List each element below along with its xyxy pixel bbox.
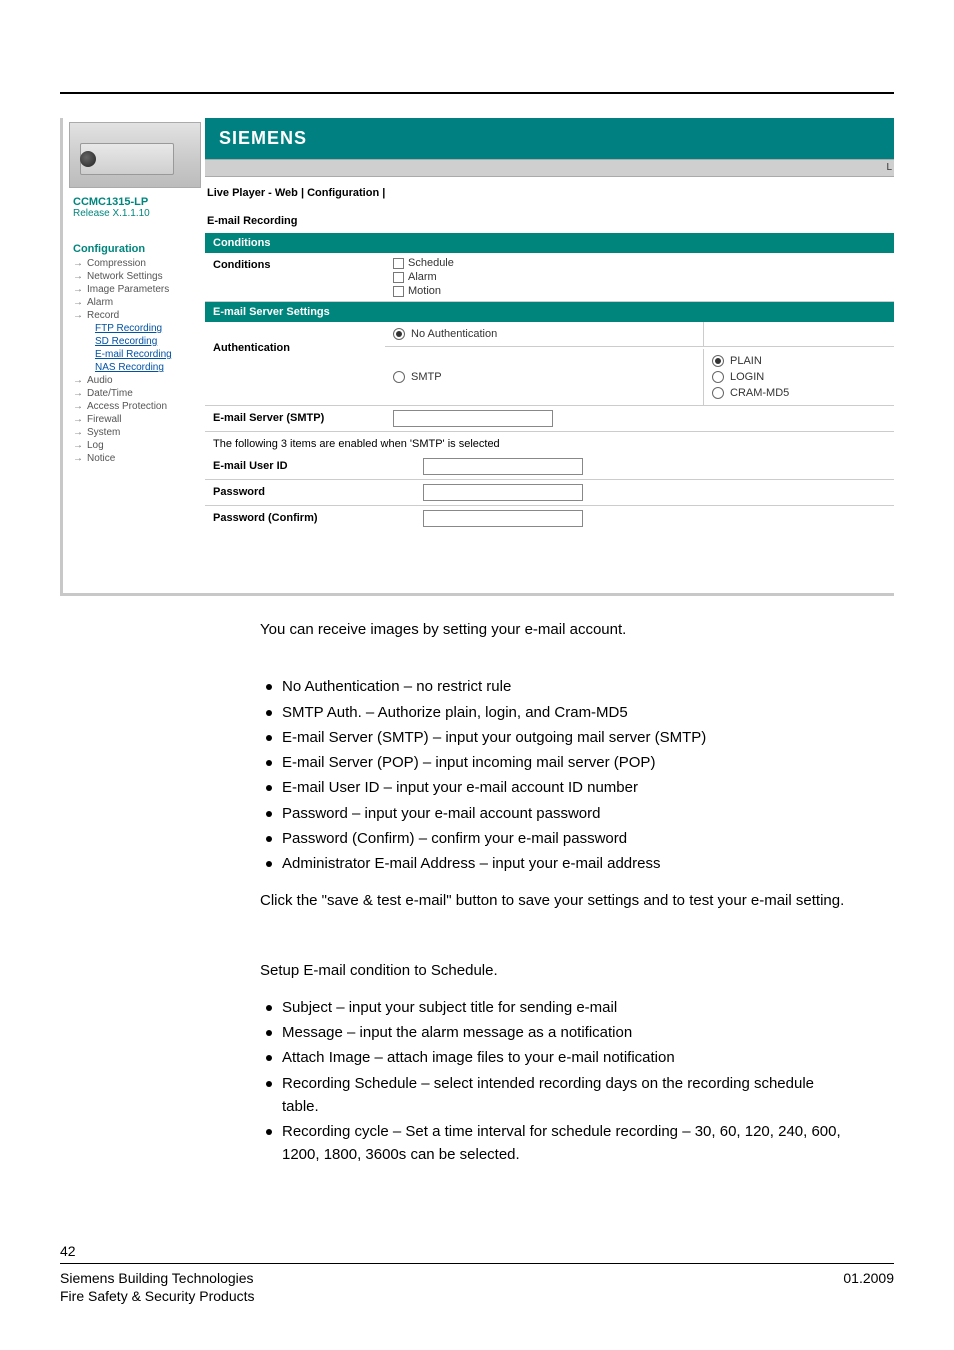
- list-item: E-mail Server (SMTP) – input your outgoi…: [260, 726, 854, 749]
- list-item: Recording Schedule – select intended rec…: [260, 1072, 854, 1119]
- sidebar-item-system[interactable]: System: [73, 426, 205, 439]
- conditions-bar: Conditions: [205, 233, 894, 253]
- smtp-server-label: E-mail Server (SMTP): [213, 410, 393, 424]
- radio-smtp[interactable]: SMTP: [393, 371, 442, 383]
- sidebar-item-record[interactable]: Record: [73, 309, 205, 322]
- doc-list-1: No Authentication – no restrict rule SMT…: [260, 675, 854, 875]
- password-confirm-label: Password (Confirm): [213, 510, 423, 524]
- doc-para-schedule: Setup E-mail condition to Schedule.: [260, 959, 854, 982]
- smtp-note: The following 3 items are enabled when '…: [205, 432, 894, 454]
- password-label: Password: [213, 484, 423, 498]
- radio-login[interactable]: LOGIN: [712, 371, 886, 383]
- document-body: You can receive images by setting your e…: [260, 614, 854, 1181]
- list-item: Administrator E-mail Address – input you…: [260, 852, 854, 875]
- sidebar-item-nas-recording[interactable]: NAS Recording: [73, 361, 205, 374]
- sub-banner: L: [205, 159, 894, 177]
- sidebar-item-email-recording[interactable]: E-mail Recording: [73, 348, 205, 361]
- conditions-label: Conditions: [213, 257, 393, 271]
- sidebar-item-notice[interactable]: Notice: [73, 452, 205, 465]
- list-item: No Authentication – no restrict rule: [260, 675, 854, 698]
- checkbox-motion[interactable]: Motion: [393, 285, 890, 297]
- user-id-label: E-mail User ID: [213, 458, 423, 472]
- radio-plain[interactable]: PLAIN: [712, 355, 886, 367]
- sidebar-item-image-parameters[interactable]: Image Parameters: [73, 283, 205, 296]
- sidebar-item-sd-recording[interactable]: SD Recording: [73, 335, 205, 348]
- sidebar-item-ftp-recording[interactable]: FTP Recording: [73, 322, 205, 335]
- smtp-server-input[interactable]: [393, 410, 553, 427]
- sidebar-item-datetime[interactable]: Date/Time: [73, 387, 205, 400]
- sidebar-item-access-protection[interactable]: Access Protection: [73, 400, 205, 413]
- checkbox-alarm[interactable]: Alarm: [393, 271, 890, 283]
- product-release: Release X.1.1.10: [73, 208, 205, 219]
- sidebar-item-firewall[interactable]: Firewall: [73, 413, 205, 426]
- footer-company: Siemens Building Technologies: [60, 1270, 255, 1286]
- checkbox-schedule[interactable]: Schedule: [393, 257, 890, 269]
- config-screenshot: CCMC1315-LP Release X.1.1.10 Configurati…: [60, 118, 894, 596]
- radio-cram-md5[interactable]: CRAM-MD5: [712, 387, 886, 399]
- doc-para-save-test: Click the "save & test e-mail" button to…: [260, 889, 854, 912]
- sidebar-item-network-settings[interactable]: Network Settings: [73, 270, 205, 283]
- camera-thumbnail: [69, 122, 201, 188]
- footer-date: 01.2009: [843, 1270, 894, 1304]
- sidebar-heading: Configuration: [63, 221, 205, 257]
- footer-division: Fire Safety & Security Products: [60, 1288, 255, 1304]
- sidebar: CCMC1315-LP Release X.1.1.10 Configurati…: [63, 118, 205, 593]
- list-item: SMTP Auth. – Authorize plain, login, and…: [260, 701, 854, 724]
- doc-intro: You can receive images by setting your e…: [260, 618, 854, 641]
- list-item: Attach Image – attach image files to you…: [260, 1046, 854, 1069]
- user-id-input[interactable]: [423, 458, 583, 475]
- product-model: CCMC1315-LP: [73, 196, 205, 208]
- radio-no-authentication[interactable]: No Authentication: [393, 328, 497, 340]
- list-item: Password (Confirm) – confirm your e-mail…: [260, 827, 854, 850]
- password-confirm-input[interactable]: [423, 510, 583, 527]
- top-rule: [60, 92, 894, 94]
- list-item: Recording cycle – Set a time interval fo…: [260, 1120, 854, 1167]
- doc-list-2: Subject – input your subject title for s…: [260, 996, 854, 1167]
- list-item: E-mail User ID – input your e-mail accou…: [260, 776, 854, 799]
- page-footer: 42 Siemens Building Technologies Fire Sa…: [60, 1243, 894, 1304]
- sidebar-item-audio[interactable]: Audio: [73, 374, 205, 387]
- page-number: 42: [60, 1243, 894, 1259]
- server-settings-bar: E-mail Server Settings: [205, 302, 894, 322]
- page-title: E-mail Recording: [205, 207, 894, 233]
- list-item: E-mail Server (POP) – input incoming mai…: [260, 751, 854, 774]
- sidebar-item-alarm[interactable]: Alarm: [73, 296, 205, 309]
- breadcrumb: Live Player - Web | Configuration |: [205, 177, 894, 207]
- list-item: Message – input the alarm message as a n…: [260, 1021, 854, 1044]
- list-item: Password – input your e-mail account pas…: [260, 802, 854, 825]
- authentication-label: Authentication: [205, 322, 385, 354]
- sidebar-item-compression[interactable]: Compression: [73, 257, 205, 270]
- list-item: Subject – input your subject title for s…: [260, 996, 854, 1019]
- brand-banner: SIEMENS: [205, 118, 894, 159]
- sidebar-item-log[interactable]: Log: [73, 439, 205, 452]
- password-input[interactable]: [423, 484, 583, 501]
